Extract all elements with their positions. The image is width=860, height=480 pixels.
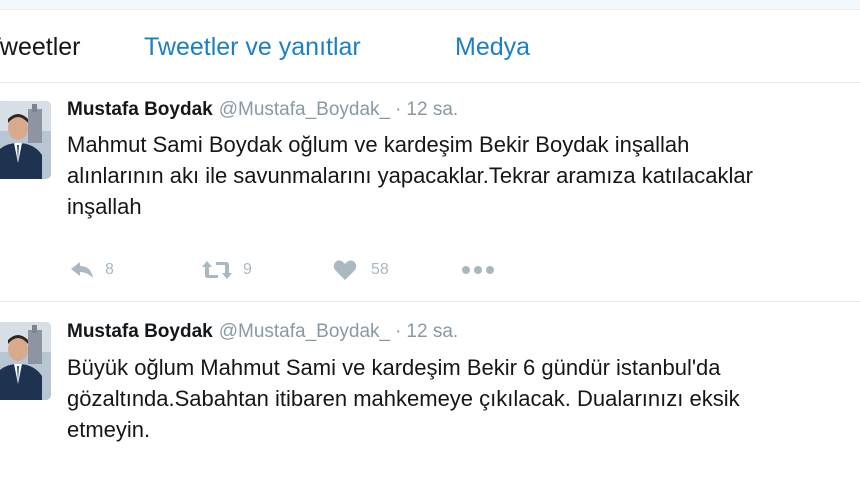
avatar[interactable] <box>0 101 51 179</box>
top-strip <box>0 0 860 10</box>
like-count: 58 <box>371 261 389 278</box>
tweet[interactable]: Mustafa Boydak @Mustafa_Boydak_ · 12 sa. Ma… <box>0 83 860 302</box>
more-button[interactable] <box>461 255 495 285</box>
tweet-text-line: Büyük oğlum Mahmut Sami ve kardeşim Beki… <box>67 355 721 380</box>
author-name[interactable]: Mustafa Boydak <box>67 321 213 342</box>
tweet-text-line: alınlarının akı ile savunmalarını yapaca… <box>67 163 753 188</box>
retweet-button[interactable]: 9 <box>201 255 252 285</box>
tab-tweets-and-replies[interactable]: Tweetler ve yanıtlar <box>144 32 361 62</box>
profile-timeline: Tweetler Tweetler ve yanıtlar Medya Must… <box>0 0 860 480</box>
tweet-text-line: Mahmut Sami Boydak oğlum ve kardeşim Bek… <box>67 132 690 157</box>
tweet-timestamp[interactable]: 12 sa. <box>406 99 458 120</box>
like-button[interactable]: 58 <box>333 255 389 285</box>
tweet[interactable]: Mustafa Boydak @Mustafa_Boydak_ · 12 sa. Bü… <box>0 302 860 480</box>
author-name[interactable]: Mustafa Boydak <box>67 99 213 120</box>
separator-dot: · <box>395 99 402 120</box>
reply-count: 8 <box>105 261 114 278</box>
avatar[interactable] <box>0 322 51 400</box>
avatar-photo <box>0 101 51 179</box>
profile-tabs: Tweetler Tweetler ve yanıtlar Medya <box>0 10 860 83</box>
more-icon <box>461 265 495 275</box>
avatar-photo <box>0 322 51 400</box>
retweet-count: 9 <box>243 261 252 278</box>
tweet-timestamp[interactable]: 12 sa. <box>406 321 458 342</box>
author-handle[interactable]: @Mustafa_Boydak_ <box>219 321 390 342</box>
reply-button[interactable]: 8 <box>69 255 114 285</box>
reply-icon <box>69 260 95 280</box>
retweet-icon <box>201 260 233 280</box>
tab-tweets[interactable]: Tweetler <box>0 32 80 62</box>
tweet-text-line: inşallah <box>67 194 142 219</box>
tweet-text: Mahmut Sami Boydak oğlum ve kardeşim Bek… <box>67 129 860 222</box>
separator-dot: · <box>395 321 402 342</box>
tweet-text-line: gözaltında.Sabahtan itibaren mahkemeye ç… <box>67 386 740 411</box>
tweet-actions: 8 9 58 <box>67 255 567 285</box>
tweet-text-line: etmeyin. <box>67 417 151 442</box>
tweet-text: Büyük oğlum Mahmut Sami ve kardeşim Beki… <box>67 352 860 445</box>
tab-media[interactable]: Medya <box>455 32 530 62</box>
author-handle[interactable]: @Mustafa_Boydak_ <box>219 99 390 120</box>
heart-icon <box>333 259 357 281</box>
tweet-header: Mustafa Boydak @Mustafa_Boydak_ · 12 sa. <box>67 97 458 123</box>
tweet-header: Mustafa Boydak @Mustafa_Boydak_ · 12 sa. <box>67 319 458 345</box>
